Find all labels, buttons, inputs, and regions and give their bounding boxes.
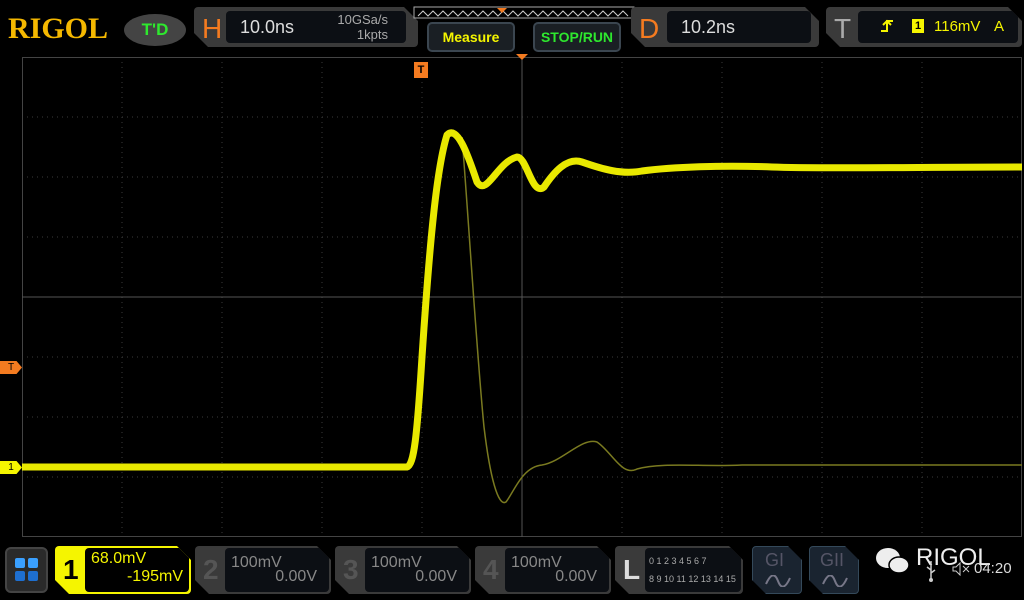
generator2-label: GII xyxy=(820,550,845,570)
channel1-offset-marker[interactable]: 1 xyxy=(0,461,22,474)
trigger-source: 1 xyxy=(912,19,924,33)
channel1-scale: 68.0mV xyxy=(91,550,147,567)
generator2-button[interactable]: GII xyxy=(809,546,859,594)
channel4-scale: 100mV xyxy=(511,554,562,571)
waveform-grid[interactable] xyxy=(22,57,1022,537)
trigger-mode: A xyxy=(994,18,1005,35)
logic-channels-row2: 8 9 10 11 12 13 14 15 xyxy=(649,574,736,584)
trigger-level-marker[interactable]: T xyxy=(0,361,22,374)
memory-depth: 1kpts xyxy=(356,27,388,42)
mode-badge[interactable]: T'D xyxy=(124,14,186,46)
logic-panel[interactable]: L 0 1 2 3 4 5 6 7 8 9 10 11 12 13 14 15 xyxy=(615,546,743,594)
usb-icon xyxy=(926,561,936,582)
horizontal-panel[interactable]: H 10.0ns 10GSa/s 1kpts xyxy=(194,7,418,47)
channel3-panel[interactable]: 3 100mV 0.00V xyxy=(335,546,471,594)
delay-letter: D xyxy=(639,13,660,44)
horizontal-letter: H xyxy=(202,13,223,44)
delay-panel[interactable]: D 10.2ns xyxy=(631,7,819,47)
channel1-offset: -195mV xyxy=(126,568,183,585)
channel2-panel[interactable]: 2 100mV 0.00V xyxy=(195,546,331,594)
stop-run-button[interactable]: STOP/RUN xyxy=(533,22,621,52)
channel1-number: 1 xyxy=(63,554,79,585)
channel4-offset: 0.00V xyxy=(555,568,597,585)
trigger-level: 116mV xyxy=(934,18,981,35)
generator1-label: GI xyxy=(765,550,785,570)
sine-icon xyxy=(765,575,791,587)
channel4-panel[interactable]: 4 100mV 0.00V xyxy=(475,546,611,594)
rising-edge-icon xyxy=(880,19,894,33)
channel1-panel[interactable]: 1 68.0mV -195mV xyxy=(55,546,191,594)
channel4-number: 4 xyxy=(483,554,499,585)
sine-icon xyxy=(822,575,848,587)
delay-value: 10.2ns xyxy=(681,17,736,37)
channel3-offset: 0.00V xyxy=(415,568,457,585)
logic-channels-row1: 0 1 2 3 4 5 6 7 xyxy=(649,556,707,566)
logic-letter: L xyxy=(623,554,641,585)
channel2-number: 2 xyxy=(203,554,219,585)
measure-button[interactable]: Measure xyxy=(427,22,515,52)
rigol-logo: RIGOL xyxy=(8,12,109,45)
channel3-scale: 100mV xyxy=(371,554,422,571)
trigger-panel[interactable]: T 1 116mV A xyxy=(826,7,1022,47)
channel2-scale: 100mV xyxy=(231,554,282,571)
delay-marker xyxy=(516,54,528,60)
app-menu-button[interactable] xyxy=(5,547,48,593)
trigger-letter: T xyxy=(834,13,852,44)
generator1-button[interactable]: GI xyxy=(752,546,802,594)
grid-icon xyxy=(15,558,38,581)
trigger-position-marker[interactable]: T xyxy=(414,62,428,78)
channel2-offset: 0.00V xyxy=(275,568,317,585)
wechat-icon xyxy=(876,548,910,574)
timebase-value: 10.0ns xyxy=(240,17,295,37)
clock-time: 04:20 xyxy=(974,560,1012,577)
sample-rate: 10GSa/s xyxy=(337,12,388,27)
mute-icon[interactable] xyxy=(952,562,970,576)
faint-trace xyxy=(461,136,1022,504)
channel3-number: 3 xyxy=(343,554,359,585)
memory-position-bar[interactable] xyxy=(413,6,635,20)
